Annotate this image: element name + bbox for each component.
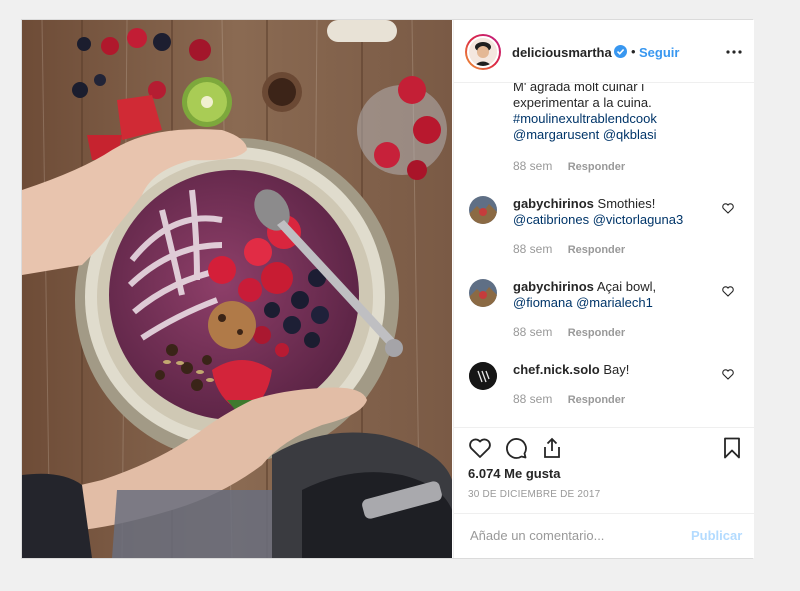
- comment-icon[interactable]: [504, 436, 528, 460]
- mention-link[interactable]: @margarusent: [513, 127, 599, 142]
- comment: gabychirinos Smothies! @catibriones @vic…: [513, 196, 713, 228]
- mention-link[interactable]: @fiomana: [513, 295, 572, 310]
- publish-button[interactable]: Publicar: [691, 528, 742, 543]
- comment-username[interactable]: gabychirinos: [513, 196, 594, 211]
- comment-text: Smothies!: [597, 196, 656, 211]
- separator-dot: •: [631, 44, 636, 59]
- mention-link[interactable]: @victorlaguna3: [593, 212, 684, 227]
- reply-button[interactable]: Responder: [568, 161, 625, 173]
- like-comment-heart-icon[interactable]: [722, 203, 734, 214]
- like-comment-heart-icon[interactable]: [722, 286, 734, 297]
- mention-link[interactable]: @qkblasi: [603, 127, 657, 142]
- caption-meta: 88 sem Responder: [513, 159, 625, 173]
- more-options-icon[interactable]: [726, 50, 742, 54]
- comment-meta: 88 sem Responder: [513, 242, 625, 256]
- comment: chef.nick.solo Bay!: [513, 362, 713, 378]
- comment-age: 88 sem: [513, 242, 553, 256]
- reply-button[interactable]: Responder: [568, 244, 625, 256]
- share-icon[interactable]: [540, 436, 564, 460]
- comment-username[interactable]: chef.nick.solo: [513, 362, 600, 377]
- comment-meta: 88 sem Responder: [513, 392, 625, 406]
- verified-badge-icon: [614, 45, 627, 58]
- add-comment-bar: Publicar: [454, 513, 754, 559]
- avatar-image: [467, 36, 499, 68]
- like-comment-heart-icon[interactable]: [722, 369, 734, 380]
- profile-avatar[interactable]: [465, 34, 501, 70]
- commenter-avatar[interactable]: [469, 196, 497, 224]
- heart-icon[interactable]: [468, 436, 492, 460]
- post-date: 30 DE DICIEMBRE DE 2017: [468, 489, 601, 500]
- comment-age: 88 sem: [513, 392, 553, 406]
- mention-link[interactable]: @catibriones: [513, 212, 589, 227]
- comment-age: 88 sem: [513, 159, 553, 173]
- post-photo[interactable]: [22, 20, 452, 558]
- follow-button[interactable]: Seguir: [639, 45, 679, 60]
- post-username[interactable]: deliciousmartha: [512, 45, 612, 60]
- post-header: deliciousmartha • Seguir: [454, 20, 754, 83]
- caption-line: experimentar a la cuina.: [513, 95, 652, 110]
- comment-text: Bay!: [603, 362, 630, 377]
- commenter-avatar[interactable]: [469, 279, 497, 307]
- caption: M' agrada molt cuinar i experimentar a l…: [513, 83, 733, 143]
- post-actions: 6.074 Me gusta 30 DE DICIEMBRE DE 2017 P…: [454, 427, 754, 558]
- likes-count[interactable]: 6.074 Me gusta: [468, 466, 561, 481]
- comment-age: 88 sem: [513, 325, 553, 339]
- caption-line: M' agrada molt cuinar i: [513, 83, 645, 94]
- comment-meta: 88 sem Responder: [513, 325, 625, 339]
- post-sidebar: deliciousmartha • Seguir M' agrada molt …: [453, 20, 754, 558]
- comment-input[interactable]: [468, 527, 672, 544]
- reply-button[interactable]: Responder: [568, 394, 625, 406]
- mention-link[interactable]: @marialech1: [576, 295, 653, 310]
- acai-bowl-image: [22, 20, 452, 558]
- hashtag-link[interactable]: #moulinexultrablendcook: [513, 111, 657, 126]
- instagram-post: deliciousmartha • Seguir M' agrada molt …: [21, 19, 754, 559]
- comment-text: Açai bowl,: [596, 279, 657, 294]
- comment: gabychirinos Açai bowl, @fiomana @marial…: [513, 279, 713, 311]
- comments-list[interactable]: M' agrada molt cuinar i experimentar a l…: [454, 83, 754, 427]
- reply-button[interactable]: Responder: [568, 327, 625, 339]
- commenter-avatar[interactable]: [469, 362, 497, 390]
- bookmark-icon[interactable]: [720, 436, 744, 460]
- comment-username[interactable]: gabychirinos: [513, 279, 594, 294]
